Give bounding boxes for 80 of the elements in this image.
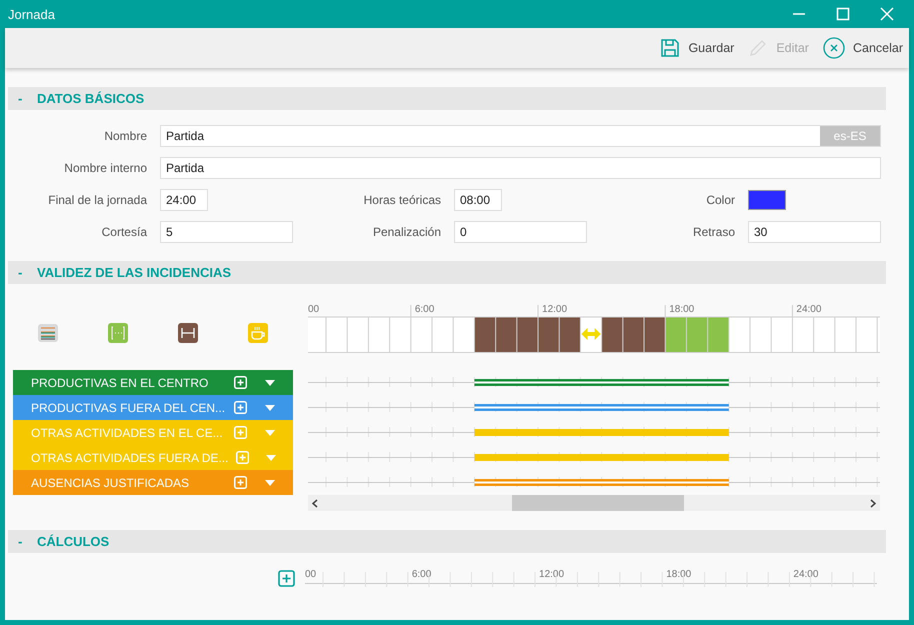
scrollbar-thumb[interactable] <box>512 495 684 511</box>
hour-label: 12:00 <box>539 569 564 580</box>
maximize-icon <box>836 7 850 21</box>
cup-icon[interactable] <box>248 323 268 343</box>
incidence-category[interactable]: AUSENCIAS JUSTIFICADAS <box>13 470 293 495</box>
field-label: Color <box>705 193 735 207</box>
incidence-category[interactable]: PRODUCTIVAS FUERA DEL CEN... <box>13 395 293 420</box>
chevron-right-icon <box>870 498 876 508</box>
hour-label: 18:00 <box>669 304 694 315</box>
category-name: PRODUCTIVAS FUERA DEL CEN... <box>31 400 226 414</box>
ruler-span-icon[interactable] <box>178 323 198 343</box>
work-block[interactable] <box>559 317 580 352</box>
section-title: VALIDEZ DE LAS INCIDENCIAS <box>37 265 232 280</box>
category-name: OTRAS ACTIVIDADES FUERA DE... <box>31 450 228 464</box>
work-block[interactable] <box>538 317 560 352</box>
section-header[interactable]: - CÁLCULOS <box>8 530 886 553</box>
section-title: DATOS BÁSICOS <box>37 91 144 106</box>
plus-icon <box>236 451 250 464</box>
category-name: AUSENCIAS JUSTIFICADAS <box>31 476 190 490</box>
color-swatch[interactable] <box>748 190 786 210</box>
close-circle-icon <box>822 37 845 59</box>
caret-icon <box>265 404 275 410</box>
field-label: Cortesía <box>100 225 147 239</box>
horizontal-scrollbar[interactable] <box>308 495 880 511</box>
section-header[interactable]: - DATOS BÁSICOS <box>8 87 886 110</box>
save-icon <box>660 38 680 58</box>
lanes-icon[interactable] <box>38 324 58 342</box>
time-field[interactable]: 24:00 <box>160 189 208 211</box>
section-title: CÁLCULOS <box>37 534 110 549</box>
number-field[interactable]: 5 <box>160 221 293 243</box>
work-block[interactable] <box>602 317 623 352</box>
field-label: Penalización <box>372 225 441 239</box>
field-label: Final de la jornada <box>47 193 147 207</box>
toolbar-button[interactable]: Cancelar <box>822 37 903 59</box>
window-title: Jornada <box>7 6 56 22</box>
time-bar[interactable] <box>474 404 729 411</box>
text-field[interactable]: Partida <box>160 157 881 179</box>
text-field[interactable]: Partida es-ES <box>160 125 881 147</box>
collapse-toggle[interactable]: - <box>8 265 37 280</box>
plus-icon <box>234 401 247 414</box>
hour-label: 00 <box>308 304 320 315</box>
chevron-left-icon <box>312 498 318 508</box>
time-bar[interactable] <box>474 379 729 386</box>
toolbar-button[interactable]: Guardar <box>660 38 734 58</box>
category-name: PRODUCTIVAS EN EL CENTRO <box>31 376 210 390</box>
caret-icon <box>265 480 275 486</box>
field-label: Retraso <box>692 225 735 239</box>
collapse-toggle[interactable]: - <box>8 534 37 549</box>
number-field[interactable]: 0 <box>454 221 587 243</box>
hour-label: 6:00 <box>412 569 432 580</box>
locale-tag[interactable]: es-ES <box>820 126 880 146</box>
hour-label: 12:00 <box>542 304 568 315</box>
incidence-category[interactable]: PRODUCTIVAS EN EL CENTRO <box>13 370 293 395</box>
dotted-bracket-icon[interactable] <box>108 323 128 343</box>
hour-label: 24:00 <box>793 569 818 580</box>
field-label: Nombre interno <box>63 161 147 175</box>
close-icon <box>880 7 894 21</box>
section-header[interactable]: - VALIDEZ DE LAS INCIDENCIAS <box>8 261 886 284</box>
add-button[interactable] <box>278 570 295 587</box>
hour-label: 00 <box>305 569 316 580</box>
category-name: OTRAS ACTIVIDADES EN EL CE... <box>31 426 224 440</box>
number-field[interactable]: 30 <box>748 221 881 243</box>
time-field[interactable]: 08:00 <box>454 189 502 211</box>
collapse-toggle[interactable]: - <box>8 91 37 106</box>
plus-icon <box>278 570 295 587</box>
work-block[interactable] <box>644 317 666 352</box>
time-bar[interactable] <box>474 479 729 486</box>
plus-icon <box>234 476 246 489</box>
caret-icon <box>265 430 275 436</box>
hour-label: 6:00 <box>414 304 434 315</box>
hour-label: 18:00 <box>666 569 692 580</box>
field-label: Horas teóricas <box>362 193 441 207</box>
pencil-icon <box>748 38 768 58</box>
field-label: Nombre <box>103 129 147 143</box>
work-block[interactable] <box>496 317 517 352</box>
plus-icon <box>234 376 246 389</box>
plus-icon <box>234 426 246 439</box>
caret-icon <box>265 380 275 386</box>
hour-label: 24:00 <box>796 304 822 315</box>
caret-icon <box>266 454 276 460</box>
